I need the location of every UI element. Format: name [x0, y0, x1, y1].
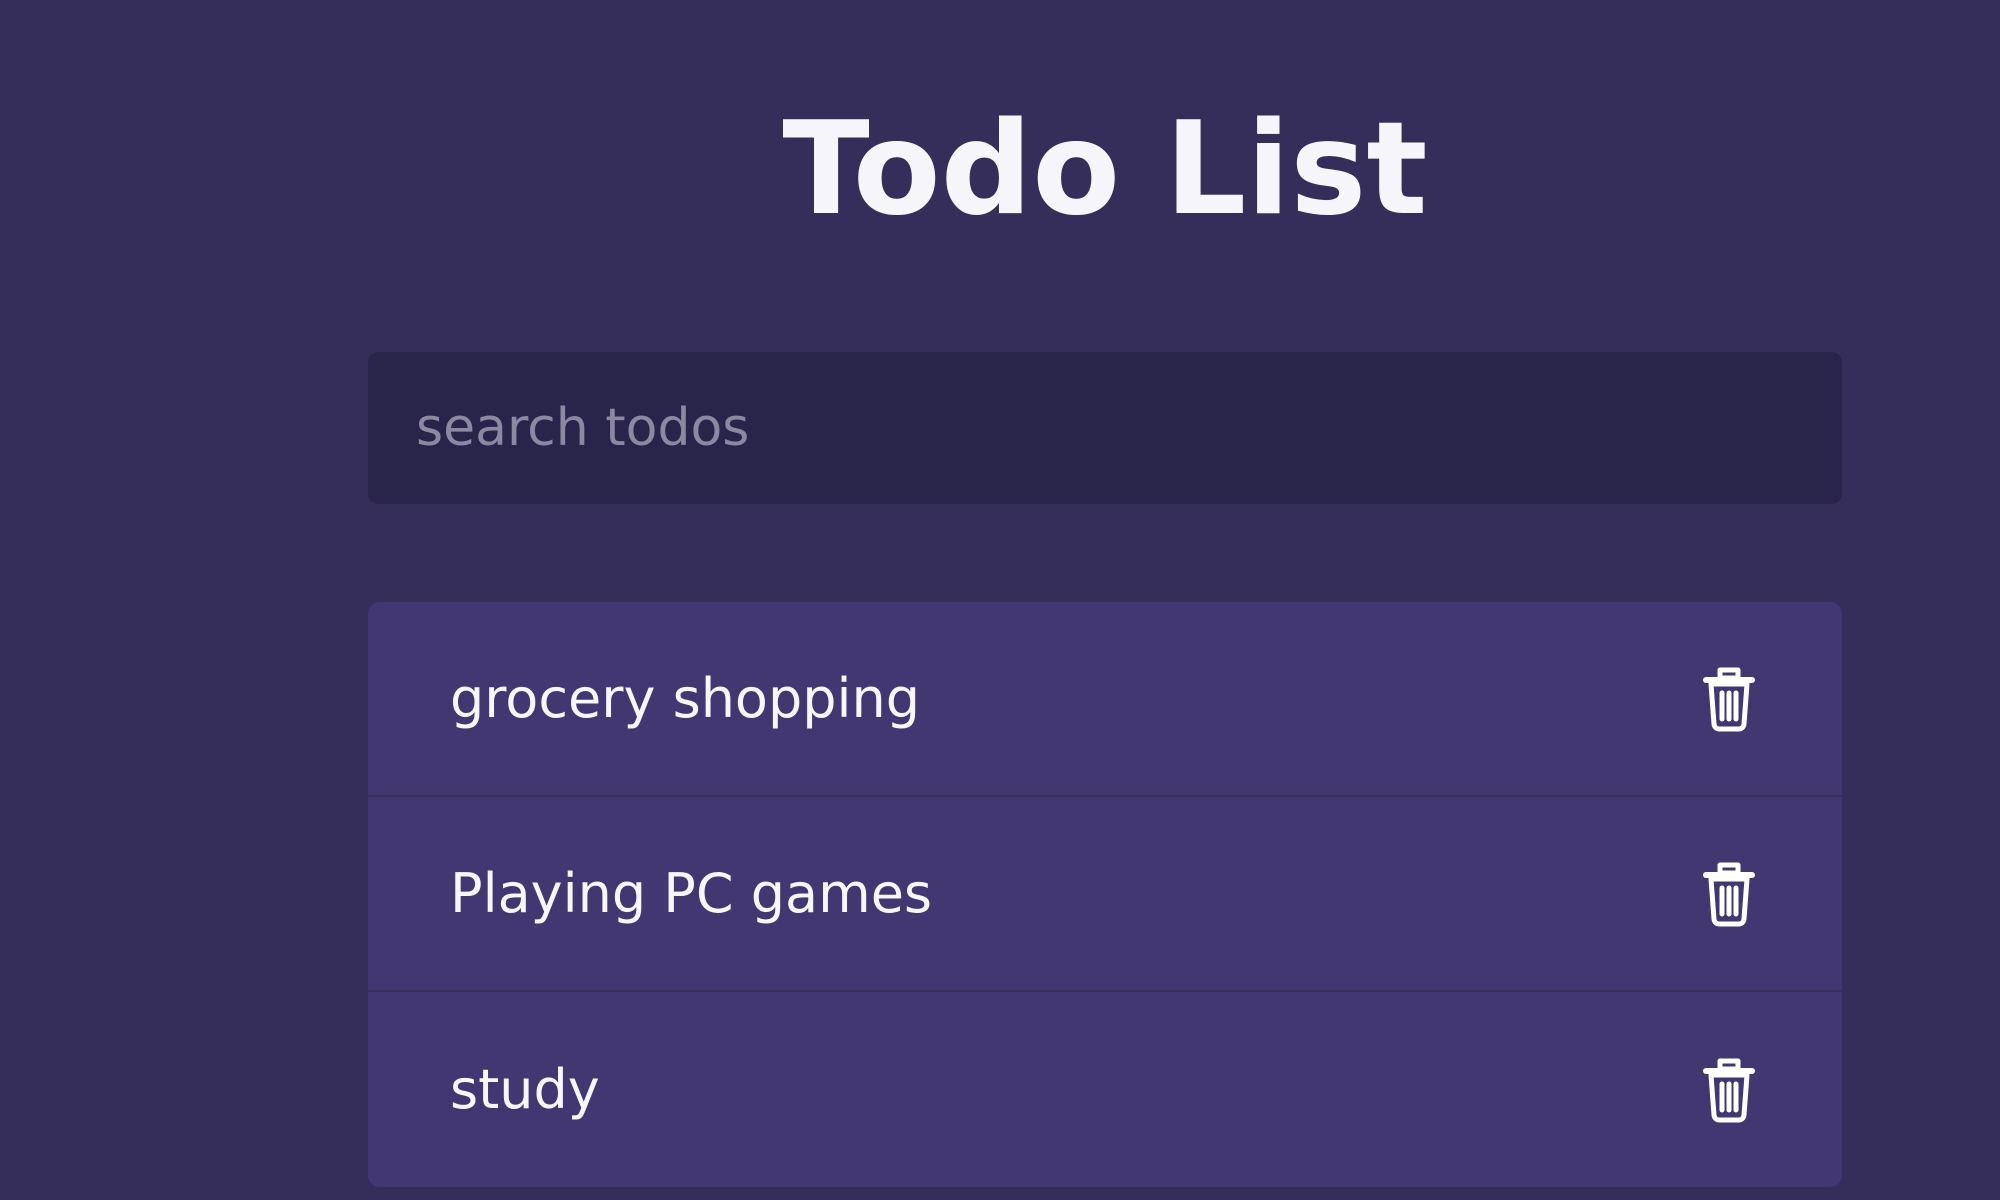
delete-todo-button[interactable]: [1698, 859, 1760, 929]
list-item: Playing PC games: [368, 797, 1842, 992]
list-item: study: [368, 992, 1842, 1187]
list-item: grocery shopping: [368, 602, 1842, 797]
page-title: Todo List: [782, 95, 1428, 244]
todo-app: Todo List grocery shopping Playing PC ga…: [0, 0, 2000, 1200]
todo-label: grocery shopping: [450, 666, 921, 730]
delete-todo-button[interactable]: [1698, 664, 1760, 734]
search-input[interactable]: [368, 352, 1842, 504]
todo-label: study: [450, 1057, 600, 1121]
todo-label: Playing PC games: [450, 861, 933, 925]
todo-list: grocery shopping Playing PC games study: [368, 602, 1842, 1187]
search-container: [368, 352, 1842, 504]
trash-icon: [1700, 861, 1758, 927]
delete-todo-button[interactable]: [1698, 1055, 1760, 1125]
trash-icon: [1700, 1057, 1758, 1123]
trash-icon: [1700, 666, 1758, 732]
